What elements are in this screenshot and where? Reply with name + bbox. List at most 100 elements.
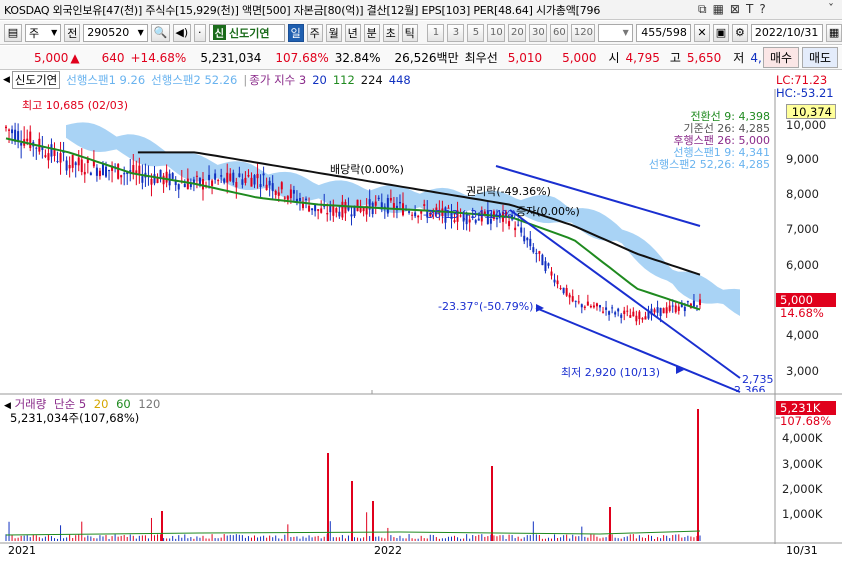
candle-body <box>417 215 420 218</box>
dividend-annotation: 배당락(0.00%) <box>330 163 404 176</box>
candle-body <box>508 221 511 227</box>
candle-body <box>214 173 217 180</box>
pin-icon[interactable]: · <box>193 23 206 42</box>
period-tick[interactable]: 틱 <box>401 23 418 42</box>
candle-body <box>259 184 262 188</box>
stock-name-field[interactable]: 신 신도기연 <box>208 23 285 42</box>
candle-body <box>311 208 314 211</box>
text-icon[interactable]: T <box>746 2 753 17</box>
candle-body <box>605 307 608 310</box>
date-field[interactable]: 2022/10/31 <box>750 23 824 42</box>
candle-body <box>526 237 529 241</box>
period-day[interactable]: 일 <box>287 23 304 42</box>
stock-code-input[interactable]: 290520 ▼ <box>83 23 148 42</box>
candle-body <box>377 197 380 200</box>
candle-body <box>332 205 335 216</box>
interval-5[interactable]: 5 <box>467 23 485 42</box>
volume-ma60[interactable]: 60 <box>116 397 131 411</box>
legend-close[interactable]: 종가 지수 3 <box>249 72 306 88</box>
open-price: 4,795 <box>625 50 660 65</box>
scope-button[interactable]: 전 <box>64 23 81 42</box>
candle-body <box>229 173 232 181</box>
interval-select[interactable]: ▼ <box>598 23 633 42</box>
interval-3[interactable]: 3 <box>447 23 465 42</box>
sell-button[interactable]: 매도 <box>802 47 838 68</box>
candle-body <box>235 181 238 188</box>
candle-body <box>517 224 520 226</box>
candle-body <box>241 179 244 185</box>
candle-body <box>338 211 341 217</box>
calendar-icon[interactable]: ▦ <box>826 23 842 42</box>
candle-body <box>589 306 592 308</box>
legend-arrow-icon[interactable]: ◀ <box>3 75 10 85</box>
legend-span1[interactable]: 선행스팬1 9.26 <box>66 72 145 88</box>
candle-body <box>692 300 695 307</box>
candle-body <box>250 177 253 187</box>
legend-ma448[interactable]: 448 <box>389 73 411 87</box>
candle-body <box>101 163 104 176</box>
bar-counter[interactable]: 455/598 <box>635 23 691 42</box>
info-bar: KOSDAQ 외국인보유[47(천)] 주식수[15,929(천)] 액면[50… <box>0 0 842 20</box>
pct-annotation-b: -23.37°(-50.79%) <box>438 300 534 313</box>
search-icon[interactable]: 🔍 <box>150 23 170 42</box>
gear-icon[interactable]: ⚙ <box>731 23 748 42</box>
restore-icon[interactable]: ⧉ <box>698 2 707 17</box>
crosshair-icon[interactable]: ✕ <box>693 23 710 42</box>
candle-body <box>626 310 629 312</box>
interval-20[interactable]: 20 <box>508 23 527 42</box>
candle-body <box>398 201 401 204</box>
candle-body <box>641 318 644 320</box>
candle-body <box>195 175 198 177</box>
candle-body <box>283 197 286 199</box>
candle-body <box>580 304 583 308</box>
period-month[interactable]: 월 <box>325 23 342 42</box>
interval-120[interactable]: 120 <box>571 23 596 42</box>
volume-ma5[interactable]: 5 <box>79 397 86 411</box>
period-minute[interactable]: 분 <box>363 23 380 42</box>
volume-simple-label[interactable]: 단순 <box>54 397 75 411</box>
buy-button[interactable]: 매수 <box>763 47 799 68</box>
volume-ratio: 107.68% <box>275 50 329 65</box>
legend-ma112[interactable]: 112 <box>333 73 355 87</box>
volume-ma120[interactable]: 120 <box>138 397 160 411</box>
candle-body <box>314 204 317 212</box>
interval-30[interactable]: 30 <box>529 23 548 42</box>
candle-body <box>123 173 126 175</box>
candle-body <box>386 198 389 214</box>
save-icon[interactable]: ▣ <box>712 23 729 42</box>
period-second[interactable]: 초 <box>382 23 399 42</box>
interval-60[interactable]: 60 <box>550 23 569 42</box>
low-label: 저 <box>733 51 745 65</box>
chart-type-icon[interactable]: ▤ <box>4 23 22 42</box>
legend-ma224[interactable]: 224 <box>361 73 383 87</box>
date-value: 2022/10/31 <box>754 26 819 39</box>
price-axis-10000: 10,000 <box>786 118 827 132</box>
period-week[interactable]: 주 <box>306 23 323 42</box>
pct-annotation-a: -36.13 (-34.14%) <box>423 208 517 221</box>
candle-body <box>423 204 426 206</box>
candle-body <box>268 180 271 186</box>
candle-body <box>541 254 544 266</box>
rights-annotation: 권리락(-49.36%) <box>466 185 551 198</box>
candle-body <box>544 261 547 271</box>
chevron-down-icon: ▼ <box>622 28 629 37</box>
volume-ma20[interactable]: 20 <box>94 397 109 411</box>
high-annotation: 최고 10,685 (02/03) <box>22 99 129 112</box>
volume-label[interactable]: 거래량 <box>15 397 47 411</box>
window-icons: ⧉ ▦ ⊠ T ? <box>698 2 766 17</box>
candle-body <box>183 183 186 188</box>
period-year[interactable]: 년 <box>344 23 361 42</box>
help-icon[interactable]: ? <box>759 2 765 17</box>
legend-stock-name[interactable]: 신도기연 <box>11 71 61 89</box>
grid-icon[interactable]: ▦ <box>713 2 724 17</box>
turnover-ratio: 32.84% <box>334 50 381 65</box>
legend-ma20[interactable]: 20 <box>312 73 327 87</box>
legend-bar: ◀ 신도기연 선행스팬1 9.26 선행스팬2 52.26 | 종가 지수 3 … <box>0 71 842 89</box>
sound-icon[interactable]: ◀) <box>172 23 191 42</box>
interval-1[interactable]: 1 <box>427 23 445 42</box>
market-select[interactable]: 주 ▼ <box>25 23 62 42</box>
candle-body <box>532 247 535 253</box>
interval-10[interactable]: 10 <box>487 23 506 42</box>
legend-span2[interactable]: 선행스팬2 52.26 <box>151 72 237 88</box>
close-icon[interactable]: ⊠ <box>730 2 740 17</box>
